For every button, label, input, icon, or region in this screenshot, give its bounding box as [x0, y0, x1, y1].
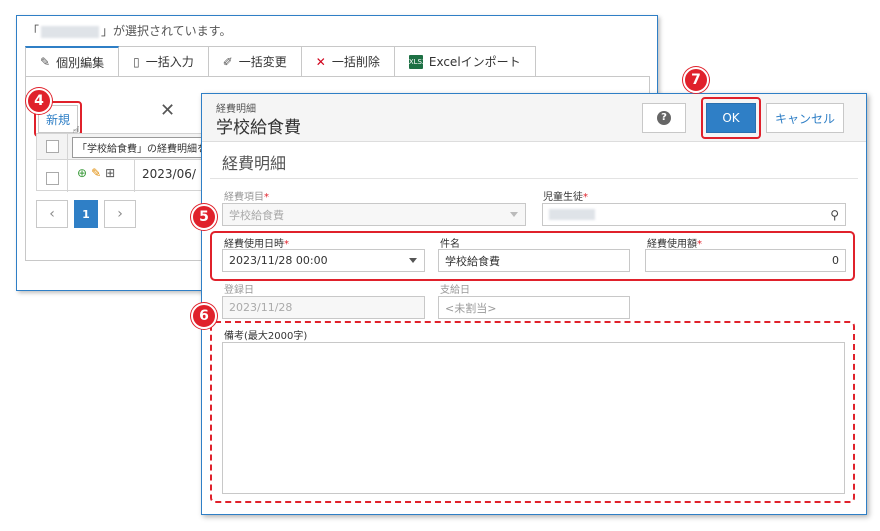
close-icon[interactable]: ✕ [160, 100, 175, 121]
dialog-title: 学校給食費 [216, 118, 301, 138]
select-all-checkbox[interactable] [46, 140, 59, 153]
tooltip: 「学校給食費」の経費明細を作 [72, 137, 222, 158]
row-checkbox[interactable] [46, 172, 59, 185]
step-badge-7: 7 [683, 67, 709, 93]
tab-bulk-change[interactable]: ✐ 一括変更 [208, 46, 302, 76]
registered-date-field: 2023/11/28 [222, 296, 425, 319]
document-icon: ▯ [133, 54, 140, 69]
amount-label: 経費使用額* [647, 239, 702, 250]
step-badge-5: 5 [191, 204, 217, 230]
delete-x-icon: ✕ [315, 54, 326, 69]
dialog-header: 経費明細 学校給食費 ? OK キャンセル [202, 94, 866, 142]
next-page-button[interactable]: › [104, 200, 136, 228]
memo-textarea[interactable] [222, 342, 845, 494]
page-1-button[interactable]: 1 [74, 200, 98, 228]
expense-item-select[interactable]: 学校給食費 [222, 203, 526, 226]
payment-date-label: 支給日 [440, 285, 470, 296]
pencil-icon: ✐ [222, 54, 233, 69]
search-icon[interactable]: ⚲ [830, 208, 839, 222]
section-title: 経費明細 [222, 154, 287, 173]
tab-bar: ✎ 個別編集 ▯ 一括入力 ✐ 一括変更 ✕ 一括削除 XLSX Excelイン… [25, 46, 536, 76]
edit-row-icon[interactable]: ✎ [91, 166, 101, 180]
subject-input[interactable]: 学校給食費 [438, 249, 630, 272]
pagination: ‹ 1 › [36, 200, 136, 228]
use-datetime-label: 経費使用日時* [224, 239, 289, 250]
amount-input[interactable]: 0 [645, 249, 846, 272]
help-icon: ? [657, 111, 671, 125]
chevron-down-icon [510, 212, 518, 217]
edit-icon: ✎ [40, 55, 51, 69]
blurred-student-name [549, 209, 595, 220]
selection-notice: 「」が選択されています。 [27, 24, 232, 38]
step-badge-4: 4 [26, 88, 52, 114]
row-date: 2023/06/ [142, 167, 196, 181]
memo-label: 備考(最大2000字) [224, 331, 308, 342]
student-search-input[interactable]: ⚲ [542, 203, 846, 226]
excel-icon: XLSX [408, 54, 427, 69]
subject-label: 件名 [440, 239, 460, 250]
expense-item-label: 経費項目* [224, 192, 269, 203]
blurred-name [41, 25, 100, 38]
use-datetime-select[interactable]: 2023/11/28 00:00 [222, 249, 425, 272]
cancel-button[interactable]: キャンセル [766, 103, 844, 133]
chevron-down-icon [409, 258, 417, 263]
prev-page-button[interactable]: ‹ [36, 200, 68, 228]
tab-bulk-input[interactable]: ▯ 一括入力 [119, 46, 209, 76]
copy-row-icon[interactable]: ⊞ [105, 166, 115, 180]
payment-date-field[interactable]: <未割当> [438, 296, 630, 319]
tab-bulk-delete[interactable]: ✕ 一括削除 [301, 46, 395, 76]
row-actions: ⊕ ✎ ⊞ [77, 166, 115, 180]
student-label: 児童生徒* [543, 192, 588, 203]
tab-excel-import[interactable]: XLSX Excelインポート [394, 46, 536, 76]
help-button[interactable]: ? [642, 103, 686, 133]
add-row-icon[interactable]: ⊕ [77, 166, 87, 180]
expense-detail-dialog: 経費明細 学校給食費 ? OK キャンセル 経費明細 経費項目* 学校給食費 児… [201, 93, 867, 515]
ok-button[interactable]: OK [706, 103, 756, 133]
tab-individual-edit[interactable]: ✎ 個別編集 [25, 46, 120, 76]
registered-date-label: 登録日 [224, 285, 254, 296]
step-badge-6: 6 [191, 303, 217, 329]
